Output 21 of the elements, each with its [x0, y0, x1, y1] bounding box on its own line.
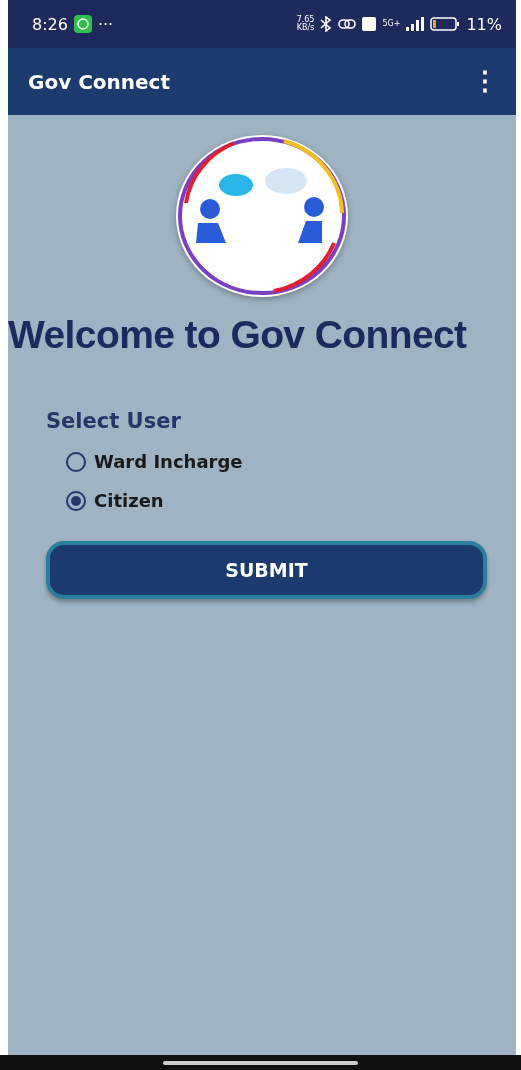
- battery-percent: 11%: [466, 14, 502, 34]
- network-speed: 7.65 KB/s: [296, 16, 315, 32]
- submit-button[interactable]: SUBMIT: [46, 541, 487, 599]
- radio-label[interactable]: Ward Incharge: [94, 451, 243, 472]
- radio-button[interactable]: [66, 451, 86, 472]
- link-icon: [338, 18, 357, 30]
- more-notifications: ···: [97, 14, 114, 34]
- home-indicator[interactable]: [163, 1060, 358, 1065]
- battery-icon: [430, 17, 461, 31]
- bluetooth-icon: [320, 16, 333, 32]
- network-type: 5G+: [382, 20, 401, 28]
- radio-label[interactable]: Citizen: [94, 490, 164, 511]
- status-time: 8:26: [32, 14, 68, 34]
- radio-button[interactable]: [66, 490, 86, 511]
- logo-icon: [174, 133, 350, 299]
- menu-button[interactable]: ⋮: [468, 66, 502, 97]
- signal-icon: [406, 17, 425, 31]
- select-user-label: Select User: [46, 409, 182, 433]
- chat-app-icon: [73, 15, 92, 33]
- welcome-heading: Welcome to Gov Connect: [8, 313, 468, 357]
- app-title: Gov Connect: [28, 69, 171, 94]
